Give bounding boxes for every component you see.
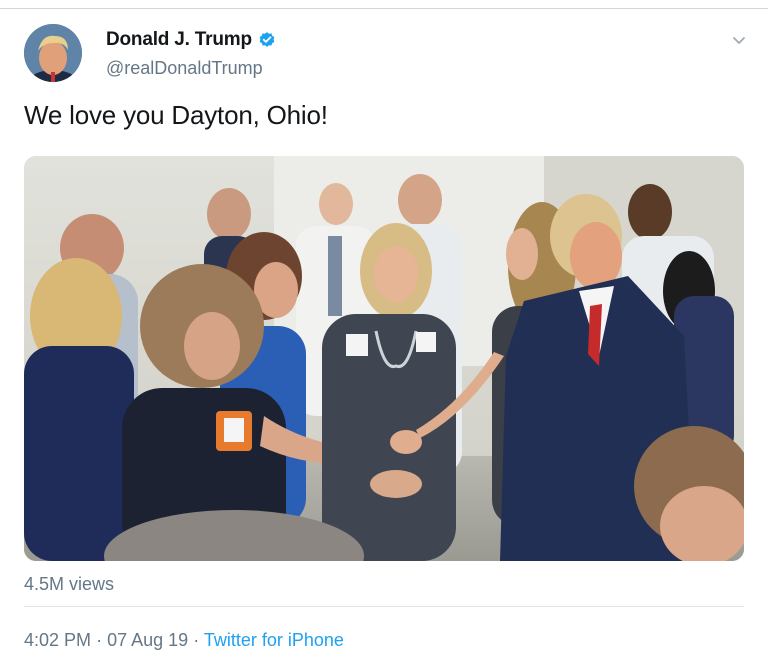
avatar[interactable] bbox=[24, 24, 82, 82]
tweet-text: We love you Dayton, Ohio! bbox=[24, 100, 328, 130]
tweet-time: 4:02 PM bbox=[24, 630, 92, 650]
chevron-down-icon[interactable] bbox=[730, 34, 748, 48]
tweet-media-photo[interactable] bbox=[24, 156, 744, 561]
tweet-source-link[interactable]: Twitter for iPhone bbox=[204, 630, 344, 650]
user-handle[interactable]: @realDonaldTrump bbox=[106, 58, 263, 79]
top-divider bbox=[0, 8, 768, 9]
meta-separator: · bbox=[193, 630, 200, 650]
display-name[interactable]: Donald J. Trump bbox=[106, 29, 252, 51]
meta-separator: · bbox=[96, 630, 103, 650]
divider bbox=[24, 606, 744, 607]
tweet-date: 07 Aug 19 bbox=[107, 630, 189, 650]
tweet-detail: Donald J. Trump @realDonaldTrump We love… bbox=[0, 0, 768, 657]
verified-badge-icon bbox=[258, 31, 276, 49]
display-name-row[interactable]: Donald J. Trump bbox=[106, 28, 276, 52]
tweet-meta: 4:02 PM · 07 Aug 19 · Twitter for iPhone bbox=[24, 630, 344, 651]
view-count: 4.5M views bbox=[24, 574, 115, 594]
